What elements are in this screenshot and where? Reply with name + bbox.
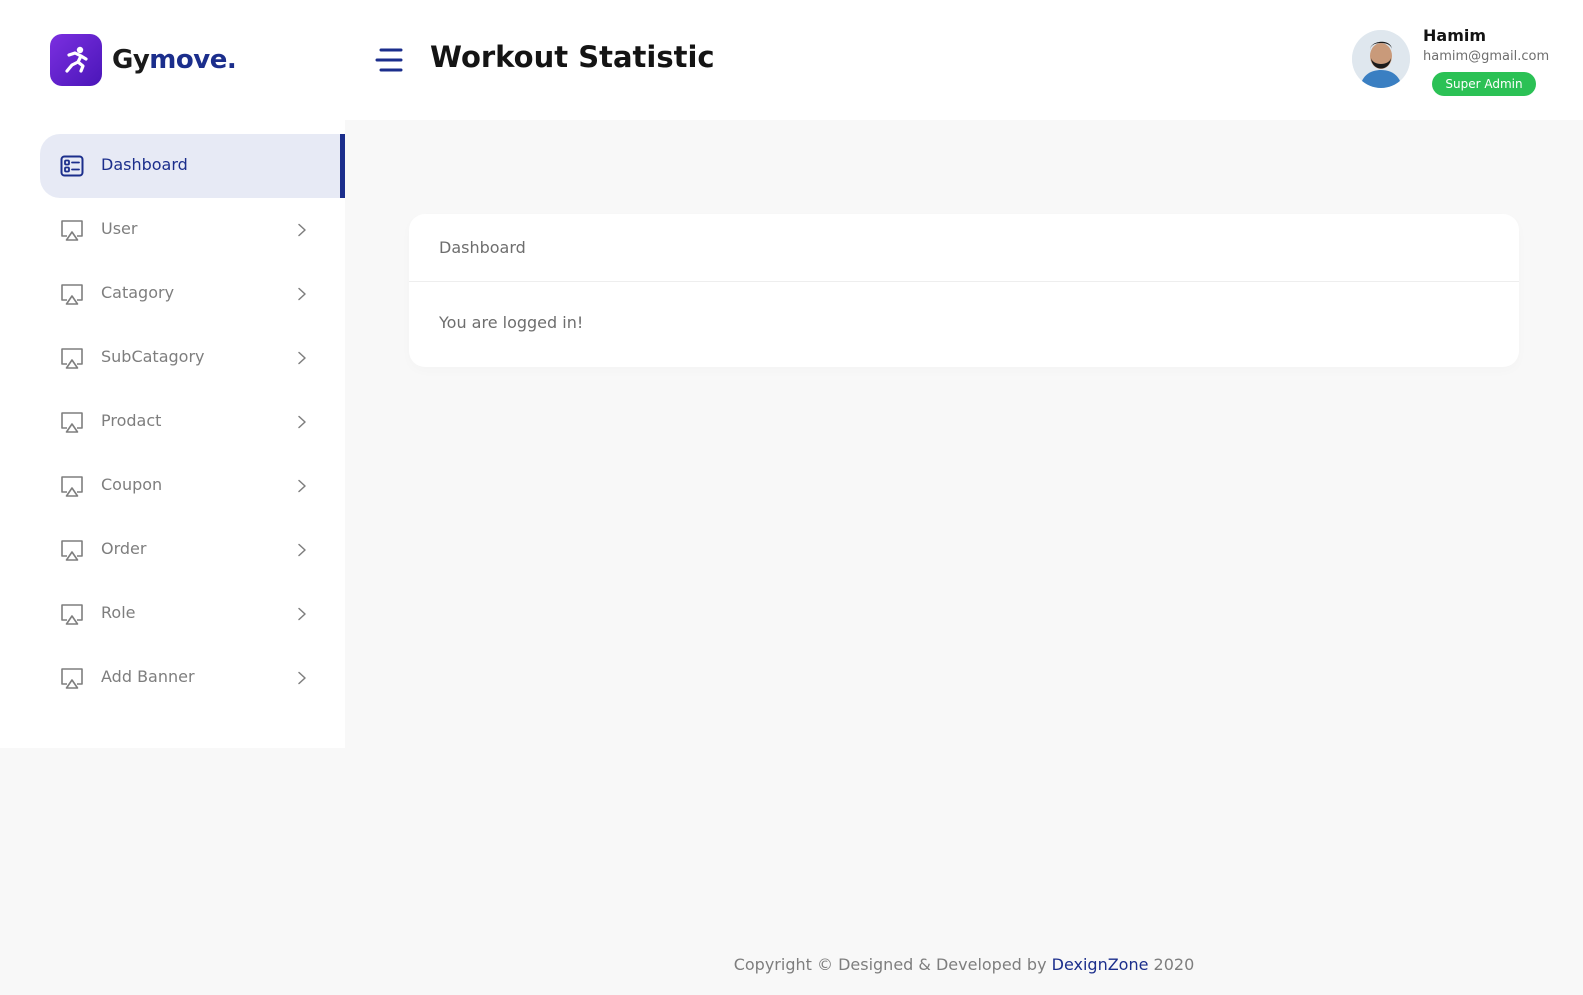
footer-copyright: Copyright © Designed & Developed by — [733, 955, 1052, 974]
card-header: Dashboard — [409, 214, 1519, 282]
chevron-right-icon — [296, 542, 308, 557]
dashboard-card: Dashboard You are logged in! — [409, 214, 1519, 367]
running-man-icon — [50, 34, 102, 86]
active-indicator — [340, 134, 345, 198]
chevron-right-icon — [296, 414, 308, 429]
monitor-icon — [60, 474, 84, 498]
chevron-right-icon — [296, 286, 308, 301]
sidebar-item-dashboard[interactable]: Dashboard — [40, 134, 345, 198]
sidebar-item-label: SubCatagory — [101, 347, 205, 366]
sidebar-item-order[interactable]: Order — [40, 518, 345, 582]
sidebar-item-coupon[interactable]: Coupon — [40, 454, 345, 518]
monitor-icon — [60, 538, 84, 562]
chevron-right-icon — [296, 606, 308, 621]
monitor-icon — [60, 410, 84, 434]
monitor-icon — [60, 602, 84, 626]
monitor-icon — [60, 666, 84, 690]
monitor-icon — [60, 346, 84, 370]
sidebar-item-label: Role — [101, 603, 136, 622]
footer-link[interactable]: DexignZone — [1052, 955, 1149, 974]
sidebar-item-add-banner[interactable]: Add Banner — [40, 646, 345, 710]
brand-name-part2: move. — [149, 45, 237, 75]
dashboard-icon — [60, 154, 84, 178]
monitor-icon — [60, 282, 84, 306]
card-title: Dashboard — [439, 238, 526, 257]
top-header: Gymove. Workout Statistic Hamim hamim@gm… — [0, 0, 1583, 120]
brand[interactable]: Gymove. — [50, 34, 237, 86]
sidebar-item-label: Catagory — [101, 283, 175, 302]
chevron-right-icon — [296, 350, 308, 365]
profile-email: hamim@gmail.com — [1423, 49, 1550, 64]
sidebar-item-label: Coupon — [101, 475, 163, 494]
sidebar-item-role[interactable]: Role — [40, 582, 345, 646]
chevron-right-icon — [296, 478, 308, 493]
sidebar-item-subcatagory[interactable]: SubCatagory — [40, 326, 345, 390]
avatar[interactable] — [1352, 30, 1410, 88]
footer-year: 2020 — [1148, 955, 1195, 974]
footer: Copyright © Designed & Developed by Dexi… — [345, 955, 1583, 974]
sidebar-item-label: Order — [101, 539, 147, 558]
sidebar-item-label: Prodact — [101, 411, 162, 430]
page-title: Workout Statistic — [430, 40, 715, 74]
sidebar-item-label: Add Banner — [101, 667, 195, 686]
profile-name: Hamim — [1423, 26, 1487, 45]
card-body-text: You are logged in! — [439, 313, 584, 332]
sidebar-item-label: Dashboard — [101, 155, 188, 174]
user-profile[interactable]: Hamim hamim@gmail.com Super Admin — [1352, 26, 1567, 98]
sidebar-item-catagory[interactable]: Catagory — [40, 262, 345, 326]
chevron-right-icon — [296, 222, 308, 237]
brand-name: Gymove. — [112, 45, 237, 75]
sidebar-item-label: User — [101, 219, 138, 238]
hamburger-icon[interactable] — [375, 47, 403, 73]
role-badge: Super Admin — [1432, 72, 1536, 96]
sidebar-item-prodact[interactable]: Prodact — [40, 390, 345, 454]
sidebar-item-user[interactable]: User — [40, 198, 345, 262]
chevron-right-icon — [296, 670, 308, 685]
sidebar: Dashboard User Catagory SubCatagory Prod… — [0, 120, 345, 748]
brand-name-part1: Gy — [112, 45, 150, 75]
monitor-icon — [60, 218, 84, 242]
